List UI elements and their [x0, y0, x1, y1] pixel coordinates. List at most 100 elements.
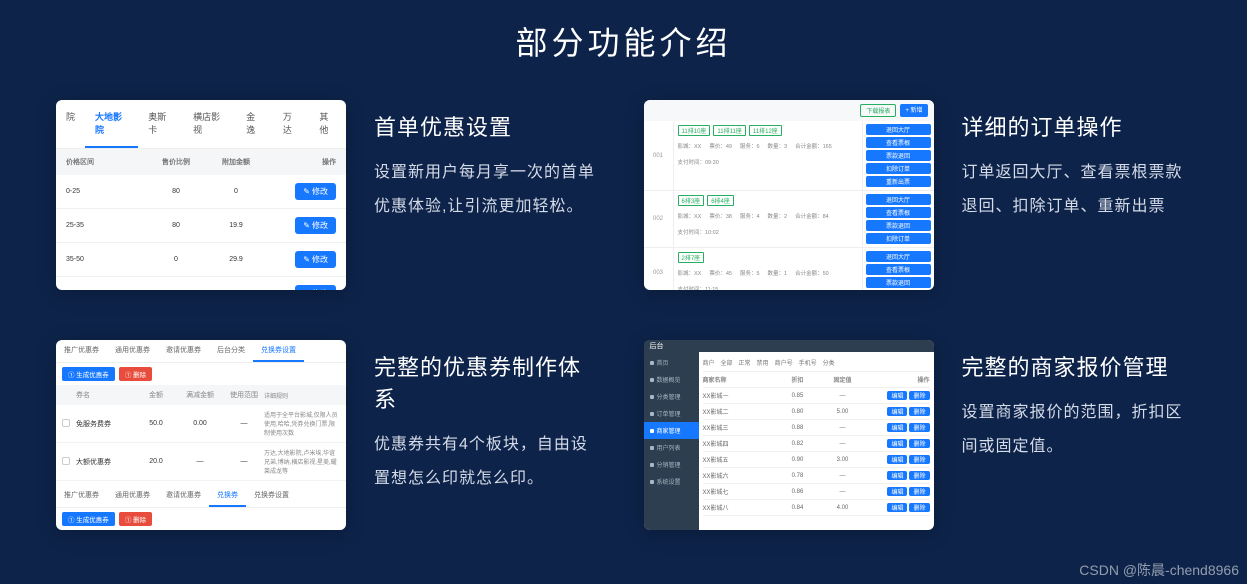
op-button[interactable]: 票款退回 — [866, 220, 931, 231]
edit-button[interactable]: 修改 — [295, 183, 336, 200]
sidebar-item[interactable]: 商家管理 — [644, 422, 699, 439]
op-button[interactable]: 扣除订单 — [866, 163, 931, 174]
delete-button[interactable]: 删除 — [909, 407, 929, 416]
gen-coupon-button[interactable]: ① 生成优惠券 — [62, 367, 115, 381]
table-row: XX影城四0.82—编辑删除 — [703, 436, 930, 452]
edit-button[interactable]: 修改 — [295, 285, 336, 290]
tab-item[interactable]: 推广优惠券 — [56, 340, 107, 362]
coupon-tabs-a: 推广优惠券 通用优惠券 邀请优惠券 后台分类 兑换券设置 — [56, 340, 346, 363]
tab-item[interactable]: 后台分类 — [209, 340, 253, 362]
brand: 后台 — [650, 341, 664, 351]
edit-button[interactable]: 编辑 — [887, 487, 907, 496]
delete-button[interactable]: 删除 — [909, 455, 929, 464]
edit-button[interactable]: 编辑 — [887, 407, 907, 416]
tab-item[interactable]: 推广优惠券 — [56, 485, 107, 507]
edit-button[interactable]: 修改 — [295, 217, 336, 234]
merchant-table-head: 商家名称折扣固定值操作 — [703, 372, 930, 388]
tab-item[interactable]: 院 — [56, 100, 85, 148]
delete-button[interactable]: 删除 — [909, 471, 929, 480]
edit-button[interactable]: 编辑 — [887, 391, 907, 400]
order-row: 003 2排7座影城：XX票价：45服务：5数量：1合计金额：50支付时间：11… — [644, 248, 934, 290]
edit-button[interactable]: 修改 — [295, 251, 336, 268]
thumb-order-ops: 下载报表 + 新增 001 11排10座11排11座11排12座 影城：XX票价… — [644, 100, 934, 290]
op-button[interactable]: 查看票根 — [866, 264, 931, 275]
tab-item[interactable]: 兑换券设置 — [253, 340, 304, 362]
checkbox[interactable] — [62, 457, 70, 465]
pencil-icon — [303, 187, 310, 196]
op-button[interactable]: 票款退回 — [866, 150, 931, 161]
feature-title: 完整的商家报价管理 — [962, 350, 1192, 382]
thumb-first-order: 院 大地影院 奥斯卡 横店影视 金逸 万达 其他 价格区间 售价比例 附加金额 … — [56, 100, 346, 290]
delete-button[interactable]: 删除 — [909, 391, 929, 400]
sidebar-item[interactable]: 系统设置 — [644, 473, 699, 490]
op-button[interactable]: 查看票根 — [866, 137, 931, 148]
tab-item[interactable]: 金逸 — [236, 100, 273, 148]
price-table-head: 价格区间 售价比例 附加金额 操作 — [56, 149, 346, 175]
edit-button[interactable]: 编辑 — [887, 439, 907, 448]
op-button[interactable]: 退回大厅 — [866, 124, 931, 135]
checkbox[interactable] — [62, 419, 70, 427]
watermark: CSDN @陈晨-chend8966 — [1079, 560, 1239, 580]
op-button[interactable]: 退回大厅 — [866, 251, 931, 262]
sidebar-item[interactable]: 用户列表 — [644, 439, 699, 456]
thumb-merchant: 后台 首页 数据概览 分类管理 订单管理 商家管理 用户列表 分销管理 系统设置… — [644, 340, 934, 530]
toolbar-btn[interactable]: 下载报表 — [860, 104, 896, 117]
delete-button[interactable]: 删除 — [909, 423, 929, 432]
delete-button[interactable]: 删除 — [909, 439, 929, 448]
table-row: 25-358019.9修改 — [56, 209, 346, 243]
op-button[interactable]: 票款退回 — [866, 277, 931, 288]
delete-button[interactable]: ① 删除 — [119, 512, 152, 526]
feature-grid: 院 大地影院 奥斯卡 横店影视 金逸 万达 其他 价格区间 售价比例 附加金额 … — [0, 64, 1247, 530]
op-button[interactable]: 扣除订单 — [866, 233, 931, 244]
tab-item[interactable]: 万达 — [273, 100, 310, 148]
edit-button[interactable]: 编辑 — [887, 471, 907, 480]
sidebar-item[interactable]: 分销管理 — [644, 456, 699, 473]
sidebar-item[interactable]: 分类管理 — [644, 388, 699, 405]
op-button[interactable]: 退回大厅 — [866, 194, 931, 205]
feature-first-order: 院 大地影院 奥斯卡 横店影视 金逸 万达 其他 价格区间 售价比例 附加金额 … — [56, 100, 604, 290]
gen-coupon-button[interactable]: ① 生成优惠券 — [62, 512, 115, 526]
op-button[interactable]: 查看票根 — [866, 207, 931, 218]
table-row: XX影城八0.844.00编辑删除 — [703, 500, 930, 516]
tab-item[interactable]: 邀请优惠券 — [158, 340, 209, 362]
delete-button[interactable]: 删除 — [909, 487, 929, 496]
bullet-icon — [650, 446, 654, 450]
seat-badge: 11排12座 — [749, 125, 782, 136]
page-title: 部分功能介绍 — [0, 0, 1247, 64]
tab-item[interactable]: 横店影视 — [183, 100, 236, 148]
feature-coupon: 推广优惠券 通用优惠券 邀请优惠券 后台分类 兑换券设置 ① 生成优惠券 ① 删除… — [56, 340, 604, 530]
tab-item[interactable]: 其他 — [309, 100, 346, 148]
toolbar-btn[interactable]: + 新增 — [900, 104, 927, 117]
pencil-icon — [303, 289, 310, 290]
tab-item[interactable]: 通用优惠券 — [107, 340, 158, 362]
tab-item[interactable]: 通用优惠券 — [107, 485, 158, 507]
sidebar-item[interactable]: 订单管理 — [644, 405, 699, 422]
bullet-icon — [650, 429, 654, 433]
tab-item[interactable]: 大地影院 — [85, 100, 138, 148]
delete-button[interactable]: 删除 — [909, 503, 929, 512]
sidebar-item[interactable]: 数据概览 — [644, 371, 699, 388]
edit-button[interactable]: 编辑 — [887, 423, 907, 432]
order-row: 002 6排3座6排4座影城：XX票价：38服务：4数量：2合计金额：84支付时… — [644, 191, 934, 248]
bullet-icon — [650, 395, 654, 399]
edit-button[interactable]: 编辑 — [887, 455, 907, 464]
feature-desc: 设置商家报价的范围，折扣区间或固定值。 — [962, 396, 1192, 463]
tab-item[interactable]: 邀请优惠券 — [158, 485, 209, 507]
feature-order-ops: 下载报表 + 新增 001 11排10座11排11座11排12座 影城：XX票价… — [644, 100, 1192, 290]
edit-button[interactable]: 编辑 — [887, 503, 907, 512]
table-row: 35-50029.9修改 — [56, 243, 346, 277]
tab-item[interactable]: 兑换券设置 — [246, 485, 297, 507]
thumb-coupon: 推广优惠券 通用优惠券 邀请优惠券 后台分类 兑换券设置 ① 生成优惠券 ① 删除… — [56, 340, 346, 530]
op-button[interactable]: 重新出票 — [866, 176, 931, 187]
table-row: 0-25800修改 — [56, 175, 346, 209]
delete-button[interactable]: ① 删除 — [119, 367, 152, 381]
table-row: XX影城一0.85—编辑删除 — [703, 388, 930, 404]
order-id: 001 — [644, 121, 674, 190]
feature-title: 首单优惠设置 — [374, 110, 604, 142]
order-toolbar: 下载报表 + 新增 — [644, 100, 934, 121]
tab-item[interactable]: 奥斯卡 — [138, 100, 183, 148]
cinema-tabs: 院 大地影院 奥斯卡 横店影视 金逸 万达 其他 — [56, 100, 346, 149]
sidebar-item[interactable]: 首页 — [644, 354, 699, 371]
tab-item[interactable]: 兑换券 — [209, 485, 246, 507]
admin-topbar: 后台 — [644, 340, 934, 352]
